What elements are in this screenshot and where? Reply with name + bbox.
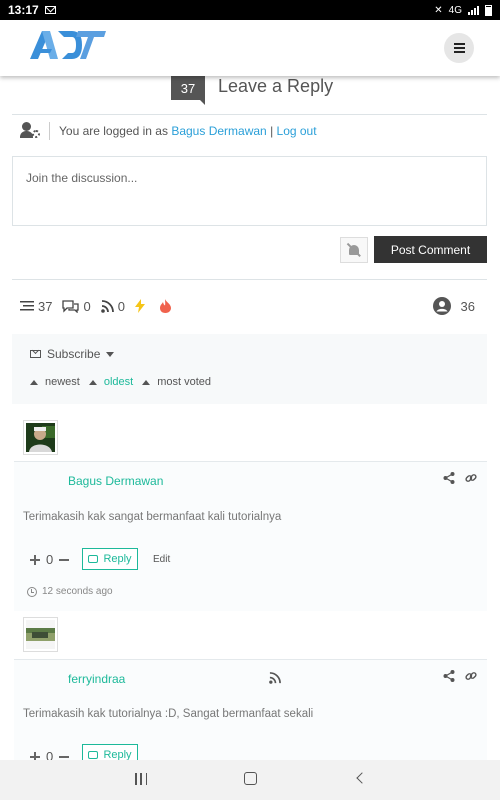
sort-most-voted[interactable]: most voted [157,376,211,388]
threads-icon [20,301,34,311]
battery-icon [485,4,492,16]
fire-icon [159,299,171,313]
divider [12,114,487,115]
avatar[interactable] [23,420,58,455]
upvote-icon[interactable] [30,751,40,760]
reply-button[interactable]: Reply [82,548,138,570]
threads-stat: 37 [20,299,52,314]
home-icon[interactable] [244,772,257,785]
chevron-down-icon [106,351,115,357]
comment-icon [88,555,99,563]
followers-count: 0 [117,298,125,314]
sort-newest[interactable]: newest [45,376,80,388]
comment-count-badge: 37 [171,76,205,105]
avatar[interactable] [23,617,58,652]
participants-stat: 36 [432,297,475,315]
replies-count: 0 [83,298,91,314]
logged-in-prefix: You are logged in as [59,124,168,138]
trending-stat[interactable] [159,299,176,313]
comment-item: Bagus Dermawan Terimakasih kak sangat be… [14,461,487,611]
comment-icon [88,751,99,759]
replies-stat: 0 [62,298,91,314]
menu-button[interactable] [444,33,474,63]
bell-off-icon [349,245,359,255]
comments-icon [62,299,80,313]
sort-options: newest oldest most voted [30,376,220,388]
upvote-icon[interactable] [30,554,40,565]
site-header [0,20,500,76]
comment-author[interactable]: ferryindraa [68,672,125,686]
link-icon[interactable] [465,472,477,484]
link-icon[interactable] [465,670,477,682]
reply-heading: 37 Leave a Reply [171,76,334,105]
subscribe-dropdown[interactable]: Subscribe [30,347,115,361]
separator-line [49,122,50,140]
threads-count: 37 [38,298,53,314]
network-label: 4G [448,4,462,16]
subscribe-sort-panel: Subscribe newest oldest most voted [12,334,487,404]
user-circle-icon [432,297,451,315]
sort-oldest[interactable]: oldest [104,376,133,388]
lightning-icon [134,299,145,313]
share-icon[interactable] [443,472,455,484]
sort-arrow-icon [30,379,38,385]
status-bar: 13:17 ✕ 4G [0,0,500,20]
reply-button[interactable]: Reply [82,744,138,760]
participants-count: 36 [460,298,475,314]
comment-time: 12 seconds ago [27,586,113,597]
adt-logo[interactable] [28,27,108,61]
reply-label: Reply [103,553,132,565]
user-profile-link[interactable]: Bagus Dermawan [171,124,266,138]
divider [12,279,487,280]
login-status: You are logged in as Bagus Dermawan | Lo… [20,122,317,140]
user-settings-icon[interactable] [20,122,42,140]
recent-apps-icon[interactable] [135,773,147,785]
sort-arrow-icon [88,379,97,385]
discussion-stats: 37 0 0 36 [20,297,475,315]
vote-count: 0 [46,749,54,760]
mail-icon [44,6,56,14]
vote-controls: 0 [30,749,70,761]
reply-label: Reply [103,749,132,760]
rss-icon[interactable] [269,672,281,684]
share-icon[interactable] [443,670,455,682]
notification-toggle-button[interactable] [340,237,368,263]
comment-text: Terimakasih kak sangat bermanfaat kali t… [23,511,282,523]
reply-title: Leave a Reply [218,76,334,96]
envelope-icon [30,350,41,358]
post-comment-button[interactable]: Post Comment [374,236,487,263]
comment-input[interactable]: Join the discussion... [12,156,487,226]
hamburger-icon [453,43,465,53]
downvote-icon[interactable] [59,555,70,565]
comments-area: 37 Leave a Reply You are logged in as Ba… [0,76,500,760]
vote-controls: 0 [30,552,70,567]
hottest-stat[interactable] [134,299,149,313]
comment-author[interactable]: Bagus Dermawan [68,474,163,488]
rss-icon [100,299,114,313]
followers-stat: 0 [100,298,125,314]
system-nav-bar [0,760,500,800]
subscribe-label: Subscribe [47,347,101,361]
downvote-icon[interactable] [59,752,70,761]
clock-icon [27,586,37,597]
signal-icon [468,5,479,15]
status-time: 13:17 [8,3,39,17]
separator-pipe: | [270,124,274,138]
sort-arrow-icon [142,379,151,385]
comment-timestamp[interactable]: 12 seconds ago [42,586,113,597]
back-icon[interactable] [356,772,368,784]
edit-link[interactable]: Edit [153,554,170,565]
comment-text: Terimakasih kak tutorialnya :D, Sangat b… [23,708,314,720]
vote-count: 0 [46,552,54,567]
logout-link[interactable]: Log out [277,124,317,138]
mute-icon: ✕ [434,4,443,16]
comment-item: ferryindraa Terimakasih kak tutorialnya … [14,659,487,760]
